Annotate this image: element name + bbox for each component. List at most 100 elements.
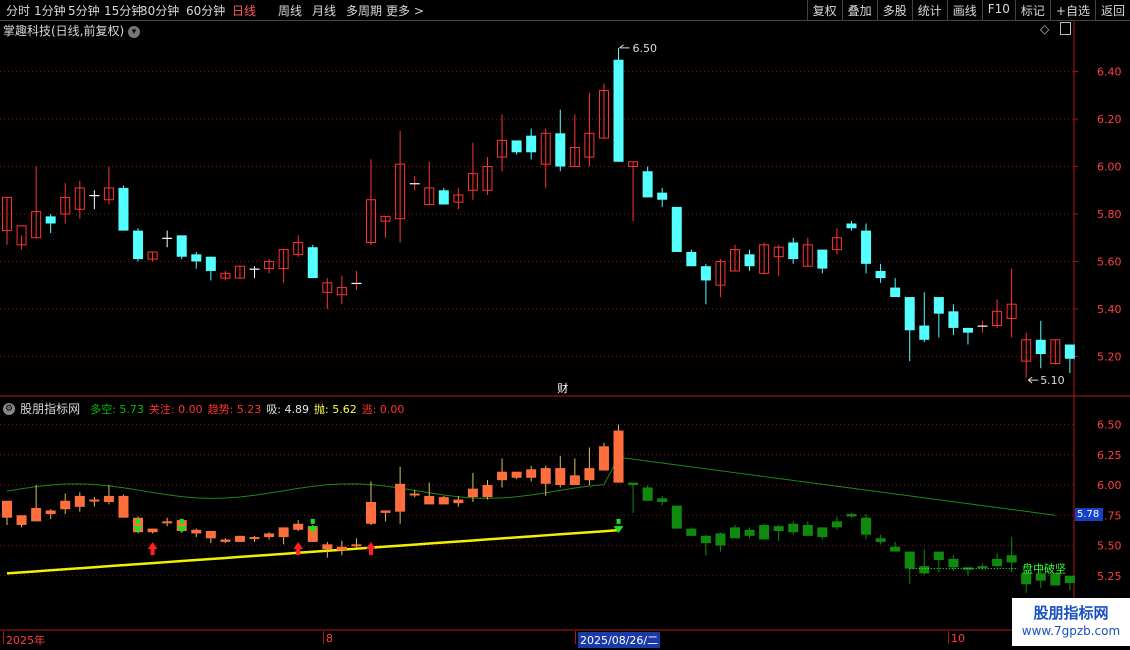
indicator-bar-46 [671,505,682,529]
candle-70 [1021,332,1032,378]
current-value-tag: 5.78 [1075,508,1103,521]
chart-canvas[interactable]: 6.40 6.20 6.00 5.80 5.60 5.40 5.20 6.50 6.25 6.00… [0,0,1130,650]
candle-25 [366,159,376,245]
indicator-bar-39 [569,458,580,486]
candle-67 [977,320,988,333]
candle-45 [657,187,668,207]
date-label-2: 2025/08/26/二 [578,632,661,648]
indicator-bar-42 [613,424,624,483]
candle-30 [438,187,449,205]
price-tick-2: 6.00 [1097,161,1122,174]
indicator-bar-55 [802,521,813,536]
indicator-bar-61 [890,541,901,552]
candle-63 [919,292,930,343]
indicator-bar-15 [220,538,231,544]
indicator-bar-73 [1064,575,1075,591]
candle-48 [700,263,711,305]
indicator-bar-62 [904,551,915,585]
candle-23 [336,275,347,305]
indicator-bar-58 [846,512,857,518]
candle-19 [278,249,289,283]
candle-3 [45,214,56,233]
buy-arrow-icon-5 [366,542,376,556]
candle-8 [118,185,129,231]
candle-57 [831,228,842,255]
indicator-bar-51 [744,527,755,539]
candle-2 [31,166,42,239]
indicator-bar-7 [103,485,114,505]
candle-28 [409,176,420,191]
price-tick-1: 6.20 [1097,113,1122,126]
watermark-url: www.7gpzb.com [1021,624,1121,638]
indicator-bar-50 [730,524,740,539]
finance-marker: 财 [557,381,568,395]
candle-51 [744,249,755,271]
candle-39 [569,114,580,168]
date-tick-0 [3,631,4,644]
candle-43 [628,161,639,222]
main-candles [2,47,1075,378]
candle-52 [759,242,770,274]
candle-69 [1006,268,1017,338]
indicator-bar-48 [700,534,711,556]
candle-37 [540,128,551,188]
candle-62 [904,297,915,362]
candle-73 [1064,344,1075,374]
indicator-bar-56 [817,527,828,540]
candle-26 [380,215,391,238]
candle-58 [846,221,857,231]
candle-1 [16,225,27,250]
candle-50 [730,244,740,272]
indicator-bar-2 [31,485,42,522]
indicator-bar-68 [992,552,1003,568]
indicator-bar-52 [759,523,770,540]
indicator-tick-0: 6.50 [1097,419,1122,432]
max-price-label: 6.50 [633,42,658,55]
indicator-bar-23 [336,540,347,556]
indicator-bar-38 [555,455,566,488]
indicator-bar-17 [249,535,260,542]
indicator-bar-36 [526,465,537,482]
price-tick-4: 5.60 [1097,255,1122,268]
indicator-bar-18 [264,532,275,540]
candle-10 [147,251,158,262]
indicator-bar-14 [205,531,216,544]
candle-20 [293,235,304,257]
candle-49 [715,259,726,298]
watermark-title: 股朋指标网 [1033,604,1109,622]
indicator-bar-24 [351,538,362,548]
indicator-tick-4: 5.50 [1097,540,1122,553]
candle-72 [1050,339,1061,365]
indicator-bar-25 [366,481,376,525]
candle-22 [322,278,333,309]
candle-64 [933,297,944,338]
price-tick-3: 5.80 [1097,208,1122,221]
indicator-bar-35 [511,471,522,479]
candle-5 [74,180,85,219]
watermark-logo: 股朋指标网 www.7gpzb.com [1012,598,1130,646]
candle-35 [511,140,522,155]
candle-18 [264,259,275,274]
date-label-0: 2025年 [6,634,45,647]
min-price-label: 5.10 [1040,374,1065,387]
indicator-bar-4 [60,493,71,515]
indicator-bar-41 [598,442,609,471]
candle-29 [424,161,435,206]
candle-9 [133,228,144,262]
indicator-bar-37 [540,465,551,496]
indicator-bar-10 [147,528,158,534]
candle-6 [89,190,100,210]
candle-13 [191,251,202,269]
candle-34 [497,114,508,172]
candle-68 [992,299,1003,328]
candle-44 [642,166,653,198]
candle-40 [584,92,595,167]
candle-7 [103,166,114,205]
indicator-bar-6 [89,497,100,507]
indicator-bar-20 [293,520,304,532]
date-label-1: 8 [326,632,333,645]
candle-12 [176,235,187,260]
candle-31 [453,187,464,210]
indicator-tick-5: 5.25 [1097,570,1122,583]
candle-56 [817,249,828,274]
